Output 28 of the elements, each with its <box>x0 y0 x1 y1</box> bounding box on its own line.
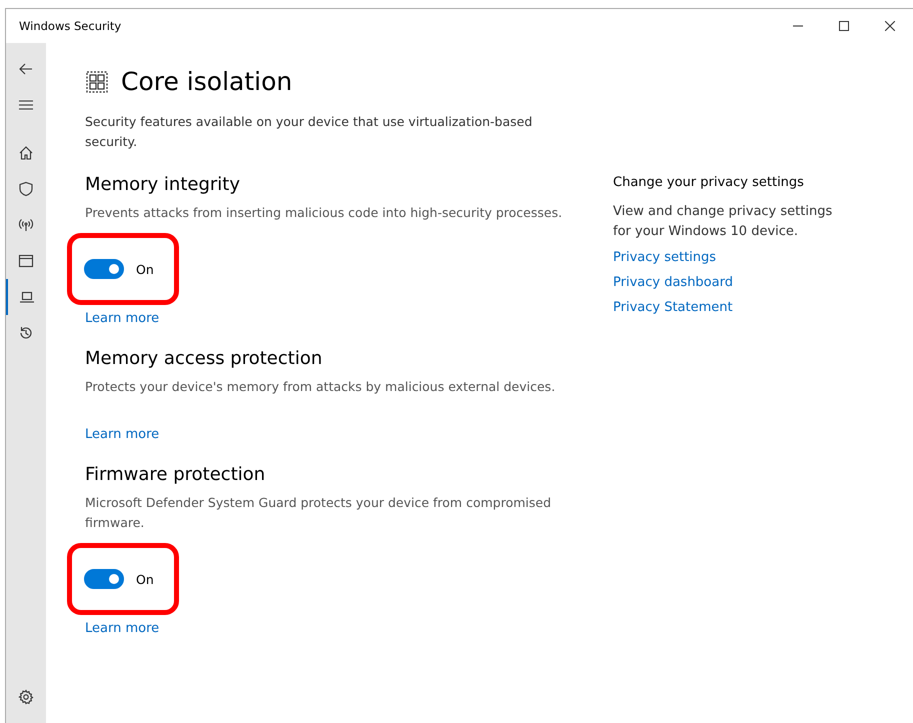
chip-icon <box>85 70 109 94</box>
privacy-description: View and change privacy settings for your Windows 10 device. <box>613 203 834 241</box>
window-title: Windows Security <box>19 19 122 33</box>
antenna-icon <box>18 217 34 233</box>
privacy-title: Change your privacy settings <box>613 175 805 190</box>
laptop-icon <box>19 289 35 305</box>
section-description: Prevents attacks from inserting malicious code into high-security processes. <box>85 204 564 222</box>
section-title: Firmware protection <box>85 464 266 485</box>
home-icon <box>18 145 34 161</box>
maximize-icon <box>839 21 849 31</box>
back-icon <box>18 61 34 77</box>
privacy-link[interactable]: Privacy Statement <box>613 300 843 315</box>
privacy-link[interactable]: Privacy dashboard <box>613 275 843 290</box>
page-description: Security features available on your device that use virtualization-based security. <box>85 113 534 151</box>
page-title: Core isolation <box>121 67 292 96</box>
learn-more-link[interactable]: Learn more <box>85 427 160 442</box>
privacy-link[interactable]: Privacy settings <box>613 250 843 265</box>
settings-icon <box>18 689 34 705</box>
section-title: Memory access protection <box>85 348 324 369</box>
section-title: Memory integrity <box>85 174 242 195</box>
section-description: Protects your device's memory from attacks by malicious external devices. <box>85 378 556 396</box>
close-icon <box>885 21 895 31</box>
shield-icon <box>18 181 34 197</box>
history-icon <box>18 325 34 341</box>
learn-more-link[interactable]: Learn more <box>85 621 160 636</box>
section-description: Microsoft Defender System Guard protects your device from compromised firmware. <box>85 494 552 532</box>
learn-more-link[interactable]: Learn more <box>85 311 160 326</box>
window-icon <box>18 253 34 269</box>
